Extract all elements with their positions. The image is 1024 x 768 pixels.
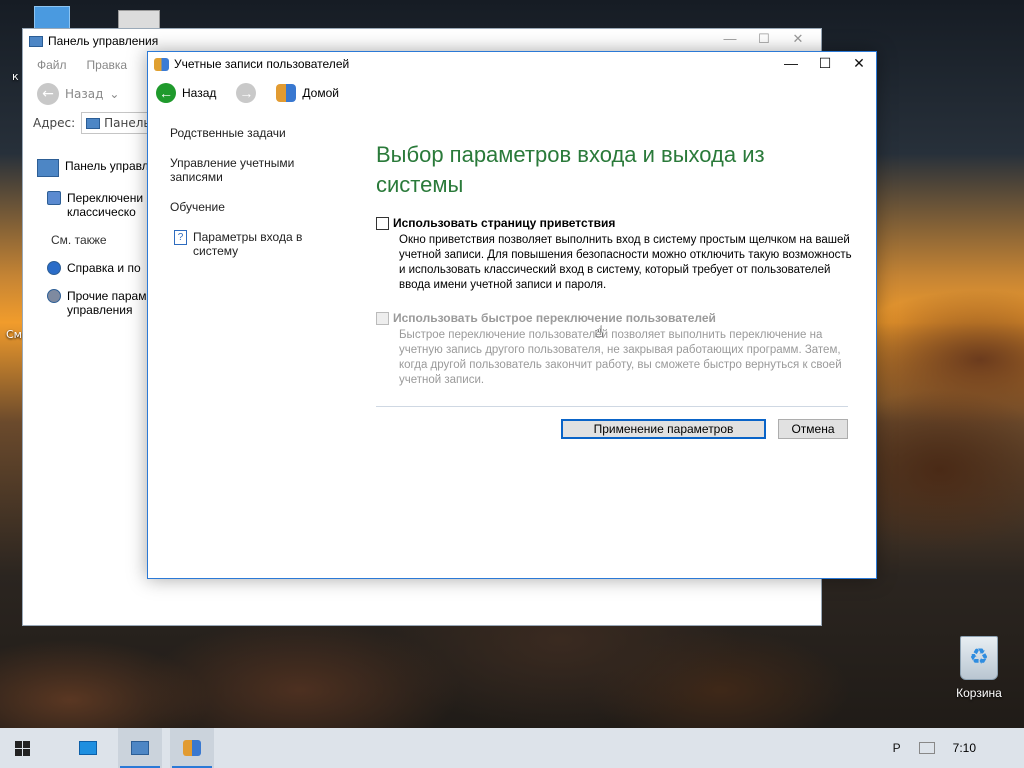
desktop-icon-computer[interactable] (34, 6, 70, 30)
help-icon (47, 261, 61, 275)
clock[interactable]: 7:10 (953, 741, 976, 755)
taskbar-app-control-panel[interactable] (118, 728, 162, 768)
hand-cursor-icon: ☝ (594, 322, 604, 341)
divider (376, 406, 848, 407)
welcome-screen-description: Окно приветствия позволяет выполнить вхо… (399, 234, 852, 291)
taskbar-app-user-accounts[interactable] (170, 728, 214, 768)
help-question-icon: ? (174, 230, 187, 245)
logon-options-panel: Выбор параметров входа и выхода из систе… (376, 140, 856, 439)
sidebar-item-label: Панель управл (65, 159, 149, 173)
related-tasks-heading: Родственные задачи (170, 126, 286, 140)
learn-heading: Обучение (170, 200, 225, 214)
control-panel-icon (29, 35, 43, 47)
system-tray: Р 7:10 (893, 728, 1024, 768)
user-accounts-icon (154, 57, 169, 71)
desktop-label-fragment: к (12, 70, 19, 83)
welcome-screen-option: Использовать страницу приветствия Окно п… (376, 216, 856, 293)
fast-user-switching-checkbox-row: Использовать быстрое переключение пользо… (376, 311, 856, 325)
control-panel-titlebar[interactable]: Панель управления — ☐ ✕ (23, 29, 821, 53)
forward-arrow-icon[interactable]: → (236, 83, 257, 103)
fast-user-switching-label: Использовать быстрое переключение пользо… (393, 311, 716, 325)
task-pane: Родственные задачи Управление учетными з… (170, 126, 320, 274)
back-arrow-icon[interactable]: ← (156, 83, 176, 103)
minimize-button[interactable]: — (774, 52, 808, 74)
back-arrow-icon[interactable]: ← (37, 83, 59, 105)
taskbar-app-desktop[interactable] (66, 728, 110, 768)
address-label: Адрес: (33, 116, 76, 130)
welcome-screen-label[interactable]: Использовать страницу приветствия (393, 216, 615, 230)
desktop-label-fragment: См (6, 328, 22, 341)
taskbar: Р 7:10 (0, 728, 1024, 768)
back-button-label[interactable]: Назад (65, 87, 103, 101)
sidebar-item-label: Справка и по (67, 261, 141, 275)
user-accounts-window[interactable]: Учетные записи пользователей — ☐ ✕ ← Наз… (147, 51, 877, 579)
welcome-screen-checkbox-row[interactable]: Использовать страницу приветствия (376, 216, 856, 230)
start-button[interactable] (0, 728, 44, 768)
user-accounts-toolbar: ← Назад → Домой (148, 76, 876, 110)
control-panel-title: Панель управления (48, 34, 159, 48)
menu-edit[interactable]: Правка (87, 58, 128, 72)
fast-user-switching-checkbox (376, 311, 389, 325)
cancel-button[interactable]: Отмена (778, 419, 848, 439)
user-accounts-body: Родственные задачи Управление учетными з… (148, 110, 876, 578)
switch-view-icon (47, 191, 61, 205)
dialog-buttons: Применение параметров Отмена (376, 419, 848, 439)
logon-options-help-link[interactable]: ? Параметры входа в систему (174, 230, 320, 258)
menu-file[interactable]: Файл (37, 58, 67, 72)
fast-user-switching-option: Использовать быстрое переключение пользо… (376, 311, 856, 388)
gear-icon (47, 289, 61, 303)
home-users-icon[interactable] (276, 84, 297, 102)
recycle-bin[interactable]: ♻ Корзина (944, 636, 1014, 700)
user-accounts-title: Учетные записи пользователей (174, 57, 350, 71)
apply-settings-button[interactable]: Применение параметров (561, 419, 766, 439)
maximize-button[interactable]: ☐ (747, 31, 781, 47)
windows-logo-icon (14, 740, 30, 756)
page-title: Выбор параметров входа и выхода из систе… (376, 142, 765, 197)
network-icon[interactable] (918, 742, 935, 754)
close-button[interactable]: ✕ (842, 52, 876, 74)
minimize-button[interactable]: — (713, 31, 747, 47)
chevron-down-icon[interactable]: ⌄ (109, 87, 119, 101)
user-accounts-titlebar[interactable]: Учетные записи пользователей — ☐ ✕ (148, 52, 876, 76)
control-panel-icon (131, 741, 149, 755)
recycle-bin-icon: ♻ (960, 636, 998, 680)
back-button-label[interactable]: Назад (182, 86, 216, 100)
close-button[interactable]: ✕ (781, 31, 815, 47)
home-button-label[interactable]: Домой (302, 86, 339, 100)
language-indicator[interactable]: Р (893, 741, 901, 755)
welcome-screen-checkbox[interactable] (376, 216, 389, 230)
desktop-icon (79, 741, 97, 755)
recycle-bin-label: Корзина (956, 686, 1002, 700)
desktop-icon-control-panel[interactable] (118, 10, 160, 30)
control-panel-icon (37, 159, 59, 177)
manage-accounts-link[interactable]: Управление учетными записями (170, 156, 320, 184)
fast-user-switching-description: Быстрое переключение пользователей позво… (399, 329, 842, 386)
maximize-button[interactable]: ☐ (808, 52, 842, 74)
user-accounts-icon (183, 740, 201, 756)
logon-options-label: Параметры входа в систему (193, 230, 303, 258)
control-panel-icon (86, 117, 101, 129)
